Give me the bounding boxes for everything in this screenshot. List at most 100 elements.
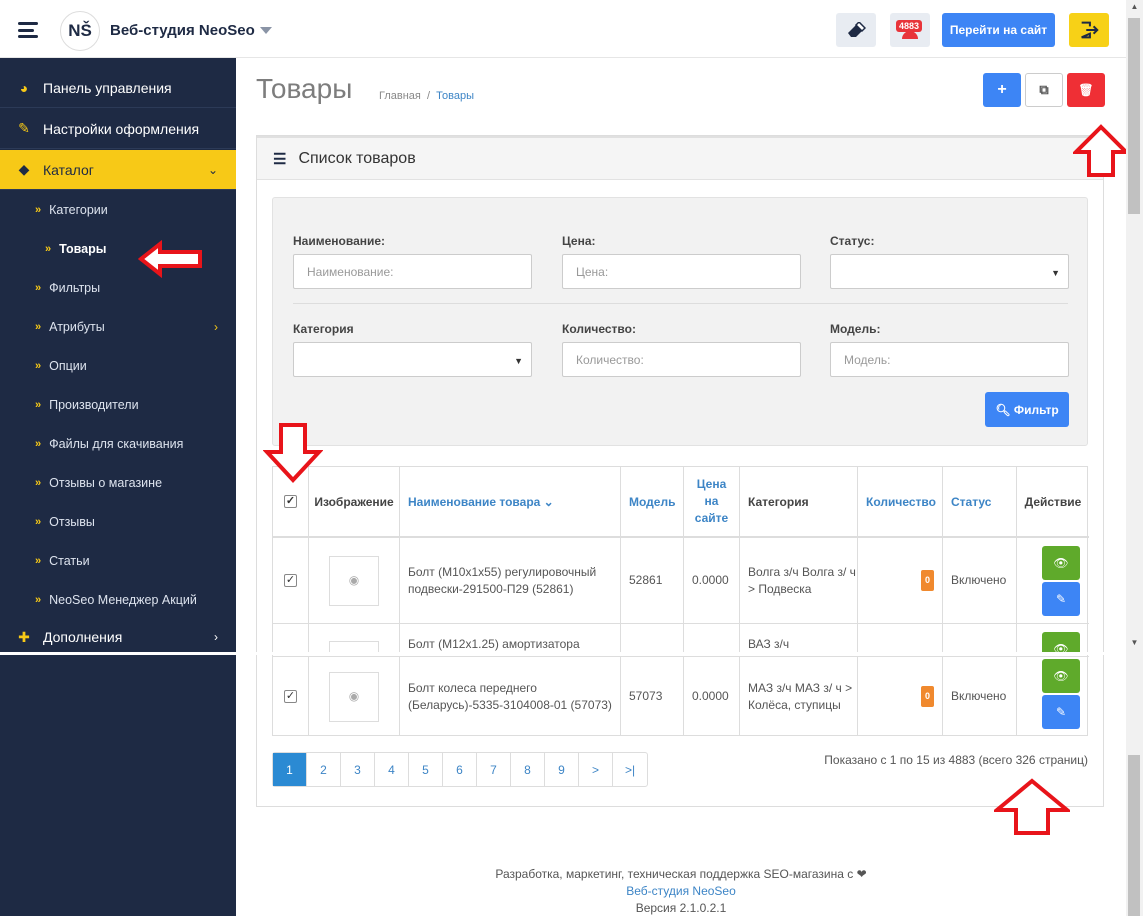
footer-link[interactable]: Веб-студия NeoSeo xyxy=(236,883,1126,900)
filter-model-input[interactable]: Модель: xyxy=(830,342,1069,377)
chevron-down-icon: ⌄ xyxy=(207,162,218,177)
column-name-label: Наименование товара xyxy=(408,494,541,509)
clear-cache-button[interactable] xyxy=(836,13,876,47)
select-all-checkbox[interactable]: ✓ xyxy=(284,495,297,508)
page-link-1[interactable]: 1 xyxy=(273,753,307,786)
view-button[interactable]: 👁︎ xyxy=(1042,546,1080,580)
scroll-up-icon[interactable]: ▲ xyxy=(1126,0,1143,14)
column-status[interactable]: Статус xyxy=(943,467,1017,536)
column-name[interactable]: Наименование товара ⌄ xyxy=(400,467,621,536)
sidebar-item-label: Товары xyxy=(59,241,107,256)
sidebar-item-articles[interactable]: » Статьи xyxy=(0,541,236,580)
column-quantity[interactable]: Количество xyxy=(858,467,943,536)
product-name: Болт (М10х1х55) регулировочный подвески-… xyxy=(400,538,621,623)
delete-product-button[interactable]: 🗑 xyxy=(1067,73,1105,107)
page-link-6[interactable]: 6 xyxy=(443,753,477,786)
dashboard-icon: ◕ xyxy=(19,79,29,96)
go-to-site-button[interactable]: Перейти на сайт xyxy=(942,13,1055,47)
column-actions: Действие xyxy=(1024,494,1082,509)
filter-name-input[interactable]: Наименование: xyxy=(293,254,532,289)
sidebar-item-categories[interactable]: » Категории xyxy=(0,190,236,229)
puzzle-icon: ✚ xyxy=(18,628,30,645)
add-product-button[interactable]: + xyxy=(983,73,1021,107)
page-link-2[interactable]: 2 xyxy=(307,753,341,786)
double-chevron-icon: » xyxy=(45,242,52,255)
product-category: ВАЗ з/ч xyxy=(740,624,858,653)
dropdown-caret-icon: ▼ xyxy=(514,356,523,366)
camera-icon[interactable]: ◉ xyxy=(329,671,379,722)
page-last[interactable]: >| xyxy=(613,753,647,786)
row-checkbox[interactable]: ✓ xyxy=(284,690,297,703)
sidebar-item-manufacturers[interactable]: » Производители xyxy=(0,385,236,424)
copy-product-button[interactable]: ⧉ xyxy=(1025,73,1063,107)
filter-name-label: Наименование: xyxy=(293,234,386,248)
chevron-down-icon[interactable] xyxy=(260,27,272,34)
view-button[interactable]: 👁︎ xyxy=(1042,659,1080,693)
footer-version: Версия 2.1.0.2.1 xyxy=(635,901,727,915)
eraser-icon xyxy=(848,22,866,37)
double-chevron-icon: » xyxy=(35,476,42,489)
sidebar-item-catalog[interactable]: ◆ Каталог ⌄ xyxy=(0,150,236,190)
image-cell: ◉ xyxy=(309,657,400,736)
page-link-7[interactable]: 7 xyxy=(477,753,511,786)
breadcrumb-products[interactable]: Товары xyxy=(436,90,474,102)
sidebar-item-label: Производители xyxy=(49,397,139,412)
sidebar-item-label: Настройки оформления xyxy=(43,120,200,137)
breadcrumb-home[interactable]: Главная xyxy=(379,90,421,102)
sidebar-item-store-reviews[interactable]: » Отзывы о магазине xyxy=(0,463,236,502)
chevron-right-icon: › xyxy=(214,319,218,334)
sidebar-item-label: Фильтры xyxy=(49,280,101,295)
sidebar-item-promo-manager[interactable]: » NeoSeo Менеджер Акций xyxy=(0,580,236,619)
page-link-3[interactable]: 3 xyxy=(341,753,375,786)
product-name: Болт (М12х1.25) амортизатора xyxy=(400,624,621,653)
filter-quantity-input[interactable]: Количество: xyxy=(562,342,801,377)
sidebar-item-label: Отзывы о магазине xyxy=(49,475,163,490)
row-checkbox[interactable]: ✓ xyxy=(284,574,297,587)
edit-button[interactable]: ✎ xyxy=(1042,582,1080,616)
breadcrumb-separator: / xyxy=(423,90,434,102)
sidebar-menu: ◕ Панель управления ✎ Настройки оформлен… xyxy=(0,58,236,650)
filter-category-select[interactable]: ▼ xyxy=(293,342,532,377)
quantity-badge: 0 xyxy=(920,570,934,591)
sidebar-item-attributes[interactable]: » Атрибуты › xyxy=(0,307,236,346)
product-category: Волга з/ч Волга з/ ч > Подвеска xyxy=(740,538,858,623)
panel-header: ☰ Список товаров xyxy=(257,136,1103,180)
filter-price-label: Цена: xyxy=(562,234,596,248)
brand-name[interactable]: Веб-студия NeoSeo xyxy=(110,22,255,39)
double-chevron-icon: » xyxy=(35,281,42,294)
sidebar-item-options[interactable]: » Опции xyxy=(0,346,236,385)
menu-icon[interactable] xyxy=(18,22,38,38)
page-link-9[interactable]: 9 xyxy=(545,753,579,786)
page-link-4[interactable]: 4 xyxy=(375,753,409,786)
scrollbar-thumb[interactable] xyxy=(1128,18,1140,214)
page-link-8[interactable]: 8 xyxy=(511,753,545,786)
camera-icon[interactable]: ◉ xyxy=(329,555,379,606)
column-price[interactable]: Цена на сайте xyxy=(684,467,740,536)
row-select-cell: ✓ xyxy=(273,657,309,736)
edit-button[interactable]: ✎ xyxy=(1042,695,1080,729)
scrollbar-thumb-lower[interactable] xyxy=(1128,755,1140,916)
pagination: 1 2 3 4 5 6 7 8 9 > >| xyxy=(272,752,648,787)
column-model[interactable]: Модель xyxy=(621,467,684,536)
page-title: Товары xyxy=(256,73,353,104)
scroll-down-icon[interactable]: ▼ xyxy=(1126,636,1143,650)
sidebar-item-downloads[interactable]: » Файлы для скачивания xyxy=(0,424,236,463)
results-summary: Показано с 1 по 15 из 4883 (всего 326 ст… xyxy=(824,753,1088,767)
logout-button[interactable] xyxy=(1069,13,1109,47)
page-link-5[interactable]: 5 xyxy=(409,753,443,786)
filter-model-label: Модель: xyxy=(830,322,881,336)
filter-button[interactable]: 🔍︎ Фильтр xyxy=(985,392,1069,427)
sidebar-item-addons[interactable]: ✚ Дополнения › xyxy=(0,618,236,656)
image-cell xyxy=(309,624,400,653)
sidebar-item-reviews[interactable]: » Отзывы xyxy=(0,502,236,541)
filter-price-input[interactable]: Цена: xyxy=(562,254,801,289)
table-row: Болт (М12х1.25) амортизатора ВАЗ з/ч 👁︎ xyxy=(273,623,1089,653)
sidebar-item-design-settings[interactable]: ✎ Настройки оформления xyxy=(0,109,236,149)
filter-status-select[interactable]: ▼ xyxy=(830,254,1069,289)
notifications-button[interactable]: 4883 xyxy=(890,13,930,47)
page-next[interactable]: > xyxy=(579,753,613,786)
brand-logo[interactable]: NŠ xyxy=(60,11,100,51)
quantity-cell: 0 xyxy=(858,657,943,736)
view-button[interactable]: 👁︎ xyxy=(1042,632,1080,653)
sidebar-item-dashboard[interactable]: ◕ Панель управления xyxy=(0,68,236,108)
